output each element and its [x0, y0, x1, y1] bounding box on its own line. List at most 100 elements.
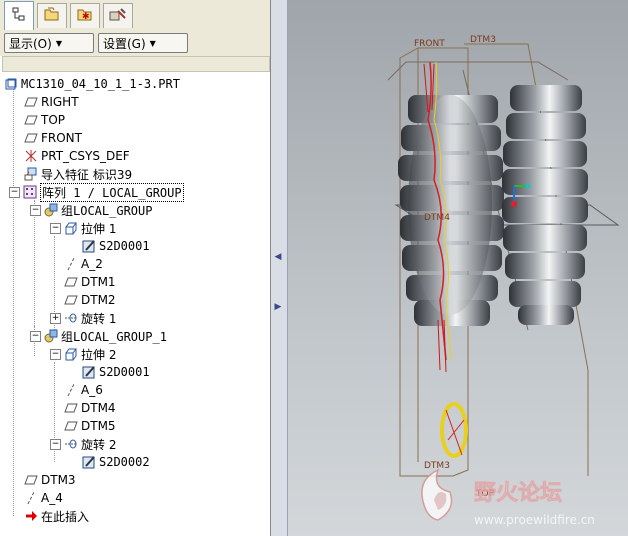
connections-tab[interactable]	[103, 3, 133, 28]
insert-arrow-icon	[24, 509, 38, 523]
flame-logo	[421, 468, 453, 521]
collapse-icon[interactable]: −	[50, 222, 61, 234]
tree-item-dtm2[interactable]: DTM2	[64, 291, 116, 309]
datum-axis-icon	[24, 491, 38, 505]
tree-item-revolve-2[interactable]: − 旋转 2	[50, 435, 116, 453]
revolve-icon	[64, 437, 78, 451]
datum-axis-icon	[64, 257, 78, 271]
3d-viewport[interactable]: FRONT DTM3 DTM4 DTM3 TOP 野火论坛 www.proewi…	[288, 0, 628, 536]
tree-item-top[interactable]: TOP	[24, 111, 65, 129]
label-dtm3-top: DTM3	[470, 35, 496, 45]
collapse-icon[interactable]: −	[30, 330, 41, 342]
tree-item-label: DTM2	[81, 293, 116, 307]
tree-item-label: DTM5	[81, 419, 116, 433]
model-graphics: FRONT DTM3 DTM4 DTM3 TOP 野火论坛 www.proewi…	[387, 35, 620, 527]
model-tree-tab[interactable]	[4, 1, 34, 30]
tree-item-label: S2D0001	[99, 239, 150, 253]
show-menu-button[interactable]: 显示(O) ▼	[4, 33, 94, 53]
collapse-left-icon[interactable]: ◀	[274, 250, 282, 264]
tree-item-import[interactable]: 导入特征 标识39	[24, 165, 132, 183]
tree-column-header[interactable]	[2, 56, 270, 72]
dropdown-arrow-icon: ▼	[149, 38, 156, 48]
tree-item-axis-a6[interactable]: A_6	[64, 381, 103, 399]
collapse-icon[interactable]: −	[9, 186, 20, 198]
settings-menu-button[interactable]: 设置(G) ▼	[98, 33, 188, 53]
show-menu-label: 显示(O)	[9, 36, 52, 51]
tree-item-label: S2D0002	[99, 455, 150, 469]
expand-icon[interactable]: +	[50, 312, 61, 324]
datum-plane-icon	[64, 293, 78, 307]
tree-item-group-2[interactable]: − 组LOCAL_GROUP_1	[30, 327, 167, 345]
extrude-icon	[64, 347, 78, 361]
tree-item-label: A_2	[81, 257, 103, 271]
favorites-tab[interactable]: ✱	[70, 3, 100, 28]
import-feature-icon	[24, 167, 38, 181]
tree-item-label: 拉伸 2	[81, 347, 117, 362]
tree-item-label: MC1310_04_10_1_1-3.PRT	[21, 77, 180, 91]
tree-item-sketch-3[interactable]: S2D0002	[82, 453, 150, 471]
tree-item-label: 旋转 1	[81, 311, 117, 326]
tree-item-insert-here[interactable]: 在此插入	[24, 507, 89, 525]
tree-item-label: DTM1	[81, 275, 116, 289]
expand-right-icon[interactable]: ▶	[274, 300, 282, 314]
folder-browser-tab[interactable]	[37, 3, 67, 28]
tree-item-right[interactable]: RIGHT	[24, 93, 79, 111]
sketch-icon	[82, 239, 96, 253]
connections-icon	[109, 7, 127, 25]
tree-item-label: DTM3	[41, 473, 76, 487]
navigator-tabs: ✱	[0, 0, 270, 31]
label-dtm4: DTM4	[424, 213, 450, 223]
watermark-url: www.proewildfire.cn	[474, 513, 595, 527]
tree-item-group-1[interactable]: − 组LOCAL_GROUP	[30, 201, 152, 219]
gear-left	[398, 95, 504, 326]
tree-item-csys[interactable]: PRT_CSYS_DEF	[24, 147, 130, 165]
tree-item-dtm4[interactable]: DTM4	[64, 399, 116, 417]
datum-plane-icon	[24, 113, 38, 127]
tree-item-label: 组LOCAL_GROUP	[61, 203, 153, 218]
tree-item-sketch-2[interactable]: S2D0001	[82, 363, 150, 381]
tree-item-pattern[interactable]: − 阵列 1 / LOCAL_GROUP	[9, 182, 184, 202]
tree-item-extrude-1[interactable]: − 拉伸 1	[50, 219, 116, 237]
folder-browser-icon	[44, 7, 60, 25]
tree-item-revolve-1[interactable]: + 旋转 1	[50, 309, 116, 327]
collapse-icon[interactable]: −	[50, 438, 61, 450]
tree-root-part[interactable]: MC1310_04_10_1_1-3.PRT	[4, 75, 180, 93]
datum-plane-icon	[24, 473, 38, 487]
tree-item-axis-a4[interactable]: A_4	[24, 489, 63, 507]
pattern-icon	[23, 185, 37, 199]
tree-item-label: A_6	[81, 383, 103, 397]
label-front: FRONT	[414, 39, 445, 49]
tree-item-front[interactable]: FRONT	[24, 129, 82, 147]
tree-item-label: A_4	[41, 491, 63, 505]
datum-plane-icon	[64, 419, 78, 433]
tree-item-sketch-1[interactable]: S2D0001	[82, 237, 150, 255]
tree-item-label: DTM4	[81, 401, 116, 415]
collapse-icon[interactable]: −	[30, 204, 41, 216]
panel-splitter[interactable]: ◀ ▶	[271, 0, 288, 536]
tree-item-label: RIGHT	[41, 95, 79, 109]
tree-item-dtm1[interactable]: DTM1	[64, 273, 116, 291]
revolve-icon	[64, 311, 78, 325]
tree-item-dtm3[interactable]: DTM3	[24, 471, 76, 489]
tree-toolbar: 显示(O) ▼ 设置(G) ▼	[0, 30, 270, 56]
favorites-icon: ✱	[77, 7, 93, 25]
tree-item-label: PRT_CSYS_DEF	[41, 149, 130, 163]
dropdown-arrow-icon: ▼	[55, 38, 62, 48]
model-tree-icon	[12, 7, 26, 25]
datum-plane-icon	[24, 95, 38, 109]
tree-item-extrude-2[interactable]: − 拉伸 2	[50, 345, 116, 363]
extrude-icon	[64, 221, 78, 235]
datum-plane-icon	[64, 401, 78, 415]
sketch-icon	[82, 455, 96, 469]
settings-menu-label: 设置(G)	[103, 36, 146, 51]
collapse-icon[interactable]: −	[50, 348, 61, 360]
watermark-title: 野火论坛	[474, 480, 562, 506]
label-dtm3-bottom: DTM3	[424, 461, 450, 471]
tree-item-axis-a2[interactable]: A_2	[64, 255, 103, 273]
datum-plane-icon	[24, 131, 38, 145]
group-icon	[44, 203, 58, 217]
tree-item-label: 拉伸 1	[81, 221, 117, 236]
tree-item-dtm5[interactable]: DTM5	[64, 417, 116, 435]
group-icon	[44, 329, 58, 343]
tree-item-label: FRONT	[41, 131, 82, 145]
